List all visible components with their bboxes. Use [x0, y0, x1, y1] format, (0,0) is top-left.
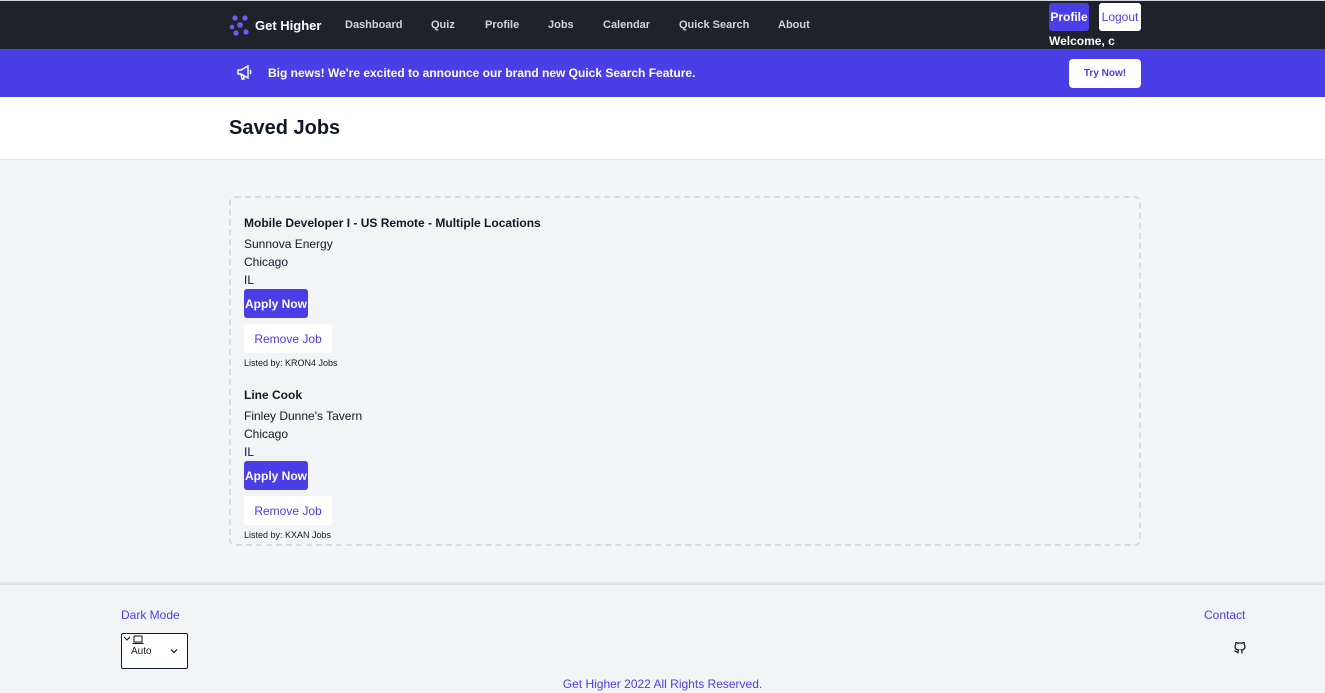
nav-quiz[interactable]: Quiz [431, 19, 455, 31]
page-header: Saved Jobs [0, 97, 1325, 160]
copyright-text: Get Higher 2022 All Rights Reserved. [562, 677, 763, 691]
job-title: Line Cook [244, 388, 303, 402]
job-company: Finley Dunne's Tavern [244, 409, 363, 423]
try-now-button[interactable]: Try Now! [1069, 59, 1141, 88]
megaphone-icon [237, 64, 252, 80]
saved-jobs-list: Mobile Developer I - US Remote - Multipl… [229, 196, 1141, 546]
listed-by: Listed by: KRON4 Jobs [244, 358, 338, 368]
job-state: IL [244, 273, 255, 287]
page-title: Saved Jobs [229, 117, 341, 139]
logout-button[interactable]: Logout [1099, 3, 1141, 31]
profile-button[interactable]: Profile [1049, 3, 1089, 31]
job-city: Chicago [244, 427, 289, 441]
theme-select[interactable]: Auto [121, 633, 188, 669]
top-navbar: Get Higher Dashboard Quiz Profile Jobs C… [0, 0, 1325, 49]
brand-name: Get Higher [255, 17, 322, 33]
remove-job-button[interactable]: Remove Job [244, 496, 332, 525]
laptop-icon [132, 635, 144, 644]
listed-by: Listed by: KXAN Jobs [244, 530, 332, 540]
nav-about[interactable]: About [778, 19, 810, 31]
welcome-text: Welcome, c [1049, 34, 1115, 48]
github-icon[interactable] [1232, 639, 1248, 655]
dark-mode-label: Dark Mode [121, 608, 180, 622]
apply-now-button[interactable]: Apply Now [244, 461, 308, 490]
nav-profile[interactable]: Profile [485, 19, 519, 31]
apply-now-button[interactable]: Apply Now [244, 289, 308, 318]
chevron-down-icon [123, 636, 131, 641]
job-company: Sunnova Energy [244, 237, 333, 251]
brand[interactable]: Get Higher [229, 14, 321, 36]
theme-value: Auto [131, 646, 152, 657]
chevron-down-icon [170, 649, 178, 654]
remove-job-button[interactable]: Remove Job [244, 324, 332, 353]
nav-calendar[interactable]: Calendar [603, 19, 650, 31]
nav-dashboard[interactable]: Dashboard [345, 19, 402, 31]
contact-link[interactable]: Contact [1204, 608, 1245, 622]
banner-text: Big news! We're excited to announce our … [268, 66, 696, 80]
footer: Dark Mode Auto Contact Get Higher 2022 A… [0, 582, 1325, 693]
nav-quick-search[interactable]: Quick Search [679, 19, 749, 31]
job-title: Mobile Developer I - US Remote - Multipl… [244, 216, 541, 230]
job-city: Chicago [244, 255, 289, 269]
announcement-banner: Big news! We're excited to announce our … [0, 49, 1325, 97]
job-state: IL [244, 445, 255, 459]
nav-jobs[interactable]: Jobs [548, 19, 574, 31]
logo-icon [229, 15, 249, 36]
